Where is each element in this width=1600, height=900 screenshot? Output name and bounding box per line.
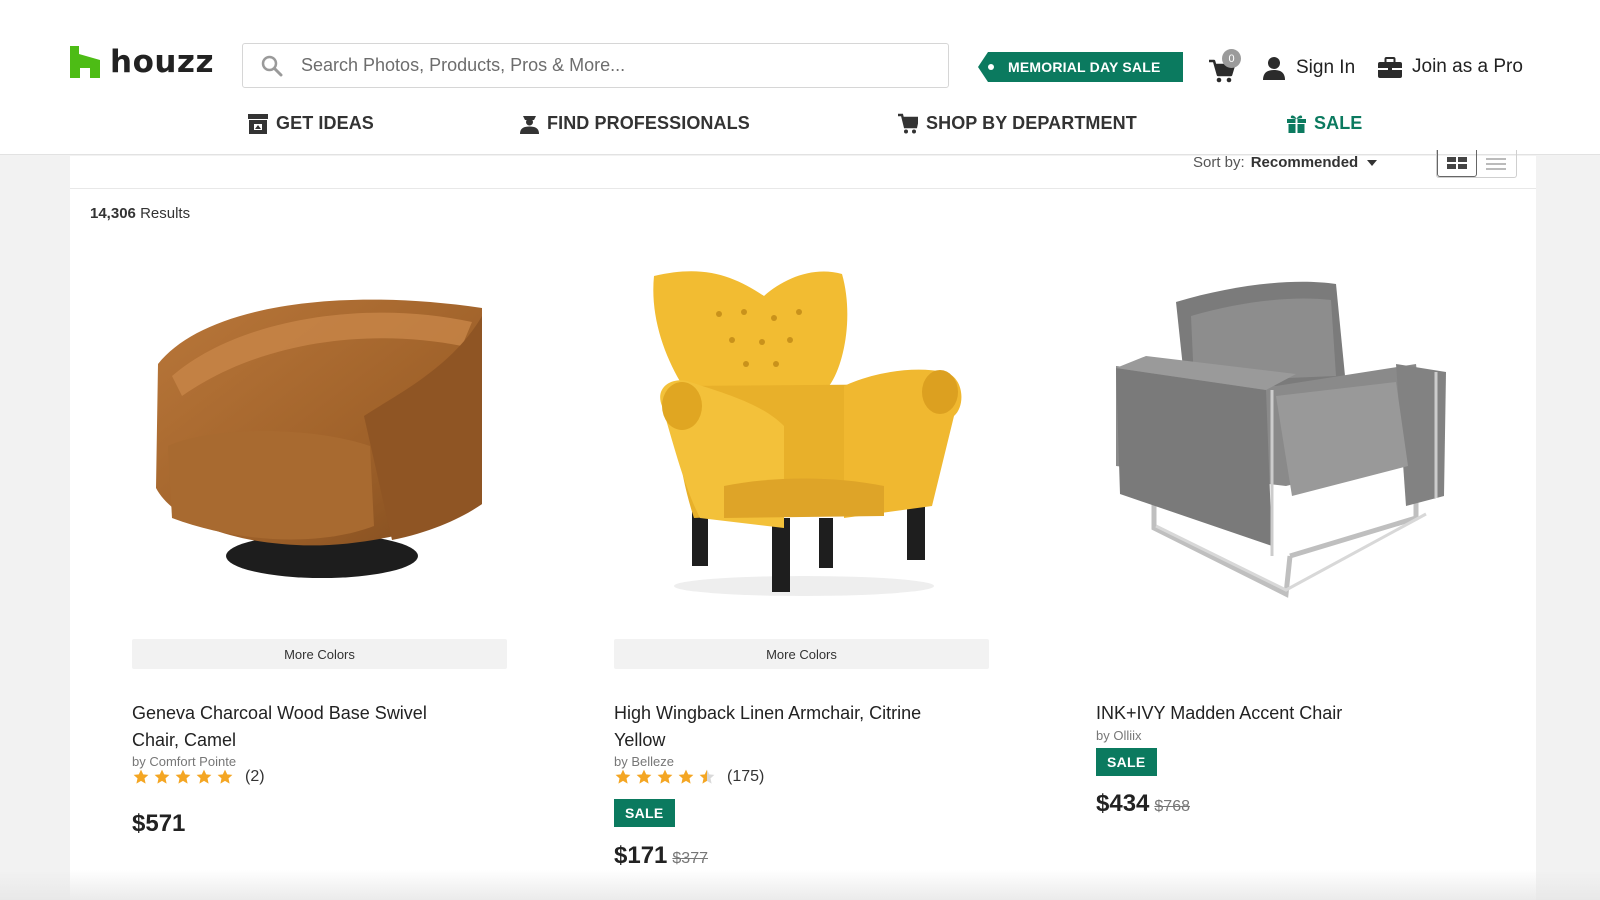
product-price: $171 $377 — [614, 842, 708, 870]
join-pro-label: Join as a Pro — [1412, 56, 1523, 77]
results-number: 14,306 — [90, 205, 136, 222]
sort-dropdown[interactable]: Sort by: Recommended — [1193, 154, 1378, 171]
sort-value: Recommended — [1250, 154, 1359, 171]
caret-down-icon — [1367, 159, 1378, 166]
current-price: $571 — [132, 810, 186, 837]
list-view-button[interactable] — [1477, 150, 1516, 177]
star-icon — [636, 769, 652, 784]
nav-find-professionals-label: FIND PROFESSIONALS — [547, 113, 750, 133]
sort-label: Sort by: — [1193, 154, 1245, 171]
product-rating: (175) — [614, 768, 764, 786]
product-listing: Sort by: Recommended 14,306 Results More… — [70, 150, 1536, 900]
professional-icon — [520, 116, 539, 134]
star-icon — [615, 769, 631, 784]
original-price: $768 — [1154, 798, 1190, 815]
shop-icon — [898, 113, 918, 134]
current-price: $434 — [1096, 790, 1150, 817]
star-icon — [154, 769, 170, 784]
product-rating: (2) — [132, 768, 265, 786]
nav-shop-label: SHOP BY DEPARTMENT — [926, 113, 1137, 133]
view-toggle — [1436, 150, 1517, 178]
review-count[interactable]: (175) — [727, 768, 764, 786]
product-brand[interactable]: by Comfort Pointe — [132, 754, 236, 769]
grid-icon — [1446, 157, 1467, 169]
tag-hole-icon — [988, 64, 994, 70]
gift-icon — [1287, 115, 1306, 133]
product-title[interactable]: INK+IVY Madden Accent Chair — [1096, 700, 1441, 727]
star-icon — [133, 769, 149, 784]
list-icon — [1486, 157, 1507, 170]
star-icon — [678, 769, 694, 784]
ideas-icon — [248, 113, 268, 134]
cart-count-badge: 0 — [1222, 49, 1241, 68]
promo-label: MEMORIAL DAY SALE — [1008, 59, 1161, 75]
sort-bar: Sort by: Recommended — [70, 150, 1536, 189]
join-as-pro-link[interactable]: Join as a Pro — [1378, 56, 1523, 78]
more-colors-button[interactable]: More Colors — [132, 639, 507, 669]
product-price: $571 — [132, 810, 185, 838]
product-card[interactable] — [132, 256, 507, 606]
star-icon — [175, 769, 191, 784]
nav-shop-by-department[interactable]: SHOP BY DEPARTMENT — [898, 113, 1137, 134]
product-title[interactable]: Geneva Charcoal Wood Base Swivel Chair, … — [132, 700, 477, 754]
product-image[interactable] — [614, 256, 989, 606]
results-count: 14,306 Results — [90, 205, 190, 222]
star-icon — [699, 769, 715, 784]
briefcase-icon — [1378, 56, 1402, 78]
main-nav: GET IDEAS FIND PROFESSIONALS SHOP BY DEP… — [0, 113, 1600, 143]
star-icon — [217, 769, 233, 784]
swivel-chair-camel-image — [156, 299, 482, 578]
nav-sale[interactable]: SALE — [1287, 113, 1362, 134]
sale-badge: SALE — [614, 799, 675, 827]
site-header: houzz MEMORIAL DAY SALE 0 Sign In J — [0, 0, 1600, 155]
product-card[interactable] — [614, 256, 989, 606]
star-icon — [657, 769, 673, 784]
product-card[interactable] — [1096, 256, 1471, 606]
sign-in-label: Sign In — [1296, 57, 1356, 78]
results-label: Results — [140, 205, 191, 222]
nav-find-professionals[interactable]: FIND PROFESSIONALS — [520, 113, 750, 134]
memorial-day-sale-badge[interactable]: MEMORIAL DAY SALE — [978, 52, 1183, 82]
rating-stars — [132, 769, 237, 785]
product-image[interactable] — [1096, 256, 1471, 606]
houzz-logo[interactable]: houzz — [70, 44, 214, 80]
rating-stars — [614, 769, 719, 785]
original-price: $377 — [672, 850, 708, 867]
accent-chair-gray-image — [1116, 281, 1446, 598]
search-bar[interactable] — [242, 43, 949, 88]
more-colors-button[interactable]: More Colors — [614, 639, 989, 669]
brand-name: houzz — [110, 44, 215, 80]
houzz-logo-icon — [70, 46, 100, 78]
search-icon — [261, 55, 283, 76]
product-brand[interactable]: by Olliix — [1096, 728, 1142, 743]
sale-badge: SALE — [1096, 748, 1157, 776]
user-icon — [1263, 57, 1285, 80]
sign-in-link[interactable]: Sign In — [1263, 56, 1355, 80]
product-image[interactable] — [132, 256, 507, 606]
product-title[interactable]: High Wingback Linen Armchair, Citrine Ye… — [614, 700, 959, 754]
grid-view-button[interactable] — [1437, 150, 1477, 177]
star-icon — [196, 769, 212, 784]
product-brand[interactable]: by Belleze — [614, 754, 674, 769]
nav-sale-label: SALE — [1314, 113, 1363, 133]
current-price: $171 — [614, 842, 668, 869]
search-input[interactable] — [301, 55, 901, 76]
review-count[interactable]: (2) — [245, 768, 265, 786]
nav-get-ideas-label: GET IDEAS — [276, 113, 374, 133]
wingback-chair-yellow-image — [653, 271, 962, 596]
nav-get-ideas[interactable]: GET IDEAS — [248, 113, 374, 134]
product-price: $434 $768 — [1096, 790, 1190, 818]
